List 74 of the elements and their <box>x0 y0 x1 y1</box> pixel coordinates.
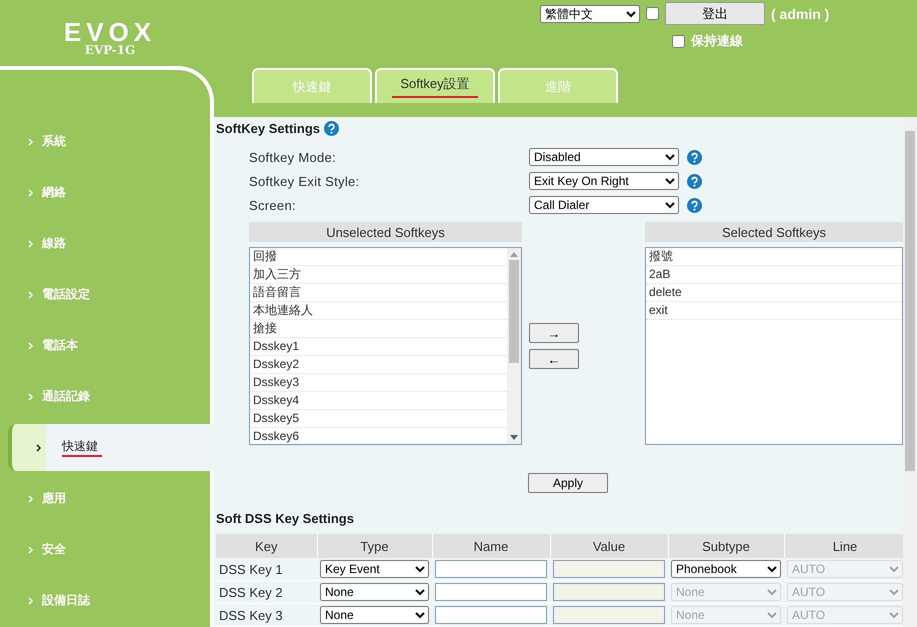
chevron-icon <box>28 494 34 502</box>
list-header: Selected Softkeys <box>645 222 903 242</box>
apply-button[interactable]: Apply <box>528 473 608 493</box>
list-item[interactable]: 回撥 <box>250 248 507 266</box>
list-item[interactable]: Dsskey1 <box>250 338 507 356</box>
move-button[interactable]: → <box>528 323 579 343</box>
column-header: Name <box>432 534 550 558</box>
list-item[interactable]: Dsskey4 <box>250 392 507 410</box>
help-icon[interactable] <box>687 150 702 164</box>
chevron-icon <box>28 188 34 196</box>
scrollbar[interactable] <box>506 248 521 444</box>
model-name: EVP-1G <box>84 44 136 57</box>
list-item[interactable]: 2aB <box>646 266 902 284</box>
list-item[interactable]: Dsskey5 <box>250 410 507 428</box>
list-item[interactable]: exit <box>646 302 902 320</box>
list-item[interactable]: 本地連絡人 <box>250 302 507 320</box>
scroll-up-icon[interactable] <box>510 252 518 257</box>
list-item[interactable]: Dsskey6 <box>250 428 507 446</box>
softkey-list[interactable]: 回撥 加入三方 語音留言 本地連絡人 搶接 Dsskey1 Dsskey2 Dsskey3 Dsskey4 Dsskey5 Dsskey6 <box>249 247 522 445</box>
chevron-icon <box>28 240 34 248</box>
help-icon[interactable] <box>687 174 702 188</box>
name-input[interactable] <box>435 606 547 624</box>
language-select[interactable]: 繁體中文 <box>540 4 640 22</box>
chevron-icon <box>36 444 42 452</box>
field-label: Softkey Exit Style: <box>249 174 360 188</box>
name-input[interactable] <box>435 583 547 601</box>
column-header: Key <box>216 534 317 558</box>
chevron-icon <box>28 596 34 604</box>
help-icon[interactable] <box>324 121 340 136</box>
chevron-icon <box>28 392 34 400</box>
scrollbar[interactable] <box>903 117 917 627</box>
dropdown[interactable]: Key Event <box>320 560 429 578</box>
table-cell: DSS Key 2 <box>216 580 317 604</box>
softkey-list[interactable]: 撥號 2aB delete exit <box>645 247 903 445</box>
list-item[interactable]: 撥號 <box>646 248 902 266</box>
column-header: Subtype <box>668 534 784 558</box>
section-title: SoftKey Settings <box>216 121 320 136</box>
section-title: Soft DSS Key Settings <box>216 511 354 526</box>
logout-button[interactable]: 登出 <box>665 2 765 25</box>
chevron-icon <box>28 342 34 350</box>
field-label: Screen: <box>249 198 297 212</box>
dropdown[interactable]: Phonebook <box>671 560 781 578</box>
dropdown[interactable]: Call Dialer <box>529 196 679 214</box>
move-button[interactable]: ← <box>528 349 579 369</box>
dropdown[interactable]: None <box>320 583 429 601</box>
help-icon[interactable] <box>687 198 702 212</box>
dropdown[interactable]: Exit Key On Right <box>529 172 679 190</box>
dropdown[interactable]: None <box>320 606 429 624</box>
table-cell: DSS Key 3 <box>216 604 317 626</box>
checkbox[interactable] <box>646 7 659 20</box>
keep-login-checkbox[interactable] <box>672 34 685 48</box>
list-item[interactable]: 加入三方 <box>250 266 507 284</box>
name-input[interactable] <box>435 560 547 578</box>
keep-login-label: 保持連線 <box>691 32 743 50</box>
list-item[interactable]: delete <box>646 284 902 302</box>
dropdown[interactable]: Disabled <box>529 148 679 166</box>
list-item[interactable]: 語音留言 <box>250 284 507 302</box>
column-header: Type <box>317 534 432 558</box>
logo: EVOX <box>64 20 156 44</box>
list-item[interactable]: 搶接 <box>250 320 507 338</box>
username: ( admin ) <box>771 6 830 22</box>
column-header: Line <box>784 534 903 558</box>
scroll-down-icon[interactable] <box>510 435 518 440</box>
table-cell: DSS Key 1 <box>216 558 317 580</box>
sidebar-item[interactable]: 快速鍵 <box>8 424 214 471</box>
list-item[interactable]: Dsskey3 <box>250 374 507 392</box>
chevron-icon <box>28 546 34 554</box>
list-item[interactable]: Dsskey2 <box>250 356 507 374</box>
tab[interactable]: Softkey設置 <box>375 68 495 103</box>
list-header: Unselected Softkeys <box>249 222 522 242</box>
chevron-icon <box>28 290 34 298</box>
column-header: Value <box>550 534 668 558</box>
chevron-icon <box>28 138 34 146</box>
field-label: Softkey Mode: <box>249 150 337 164</box>
